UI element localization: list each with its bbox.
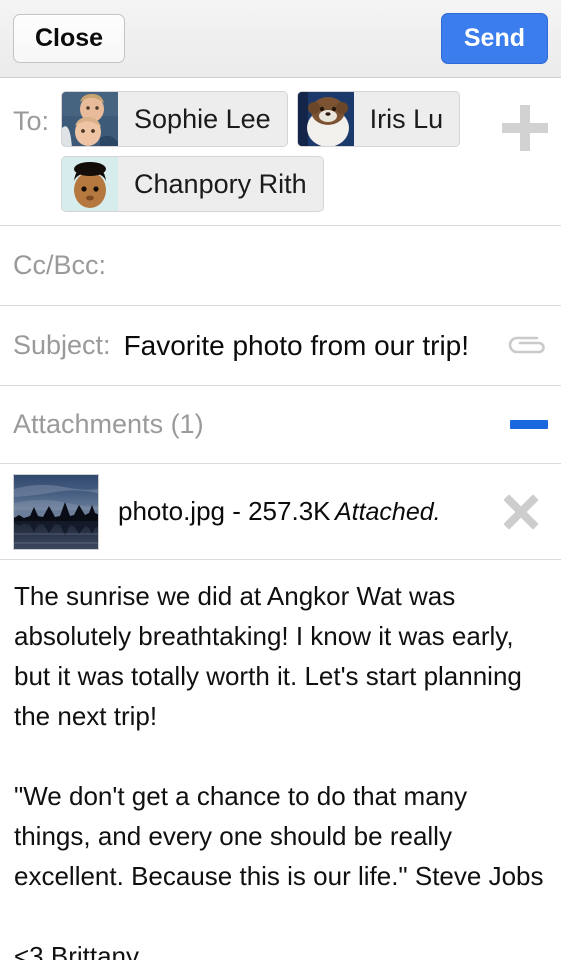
recipient-chip[interactable]: Chanpory Rith xyxy=(61,156,324,212)
attachment-status: Attached. xyxy=(334,497,441,526)
recipient-chip[interactable]: Sophie Lee xyxy=(61,91,288,147)
body-paragraph: The sunrise we did at Angkor Wat was abs… xyxy=(14,581,522,731)
to-label: To: xyxy=(13,106,50,136)
body-signature: <3 Brittany xyxy=(14,941,140,960)
send-button[interactable]: Send xyxy=(440,13,548,64)
attachments-label: Attachments (1) xyxy=(13,409,204,439)
subject-input[interactable]: Favorite photo from our trip! xyxy=(124,330,504,362)
subject-label: Subject: xyxy=(13,330,111,360)
ccbcc-label: Cc/Bcc: xyxy=(13,250,107,280)
plus-icon[interactable] xyxy=(502,105,548,151)
message-body-input[interactable]: The sunrise we did at Angkor Wat was abs… xyxy=(0,560,561,960)
attachments-header-row[interactable]: Attachments (1) xyxy=(0,386,561,464)
avatar xyxy=(62,157,119,211)
compose-email-screen: Close Send To: Sophie Lee Iris Lu Chanpo… xyxy=(0,0,561,960)
avatar xyxy=(62,92,119,146)
ccbcc-field-row[interactable]: Cc/Bcc: xyxy=(0,226,561,306)
body-paragraph: "We don't get a chance to do that many t… xyxy=(14,781,544,891)
minus-icon[interactable] xyxy=(510,420,548,429)
attachment-filename: photo.jpg - 257.3K xyxy=(118,495,331,526)
recipient-chip-list: Sophie Lee Iris Lu Chanpory Rith xyxy=(61,91,494,212)
attachment-thumbnail xyxy=(13,473,99,550)
recipient-chip[interactable]: Iris Lu xyxy=(296,91,461,147)
attachment-info: photo.jpg - 257.3K Attached. xyxy=(118,495,500,529)
recipient-name: Chanpory Rith xyxy=(134,168,307,199)
recipient-name: Sophie Lee xyxy=(134,103,271,134)
attachment-row[interactable]: photo.jpg - 257.3K Attached. xyxy=(0,464,561,560)
close-button[interactable]: Close xyxy=(13,14,126,63)
close-x-icon[interactable] xyxy=(500,491,542,533)
subject-field-row[interactable]: Subject: Favorite photo from our trip! xyxy=(0,306,561,386)
to-field-row[interactable]: To: Sophie Lee Iris Lu Chanpory Rith xyxy=(0,78,561,226)
recipient-name: Iris Lu xyxy=(369,103,444,134)
paperclip-icon[interactable] xyxy=(504,331,548,361)
avatar xyxy=(297,92,354,146)
compose-toolbar: Close Send xyxy=(0,0,561,78)
